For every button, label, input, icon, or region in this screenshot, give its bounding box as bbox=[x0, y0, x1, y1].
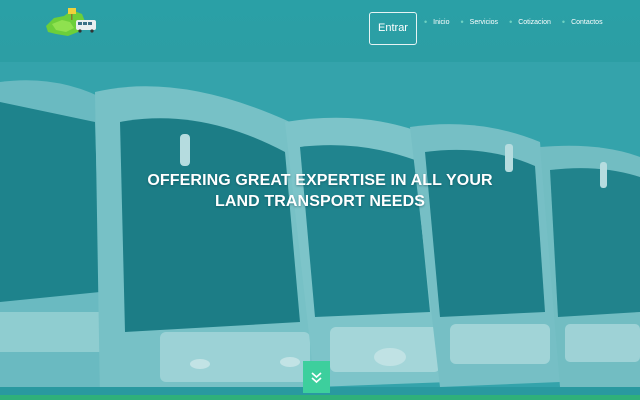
hero-title: OFFERING GREAT EXPERTISE IN ALL YOUR LAN… bbox=[0, 170, 640, 212]
nav-item-servicios[interactable]: • Servicios bbox=[460, 17, 499, 27]
hero-title-line1: OFFERING GREAT EXPERTISE IN ALL YOUR bbox=[147, 172, 493, 189]
bullet-dot-icon: • bbox=[424, 17, 428, 27]
scroll-down-button[interactable] bbox=[303, 361, 330, 393]
bullet-dot-icon: • bbox=[561, 17, 566, 27]
bus-map-logo-icon[interactable] bbox=[42, 6, 104, 40]
nav-item-label: Servicios bbox=[469, 19, 499, 26]
nav-item-label: Cotizacion bbox=[518, 19, 551, 26]
chevron-double-down-icon bbox=[311, 372, 322, 384]
nav-item-label: Contactos bbox=[571, 19, 603, 26]
hero-tint-overlay bbox=[0, 62, 640, 400]
hero-section: OFFERING GREAT EXPERTISE IN ALL YOUR LAN… bbox=[0, 62, 640, 400]
bullet-dot-icon: • bbox=[509, 17, 513, 27]
nav-item-cotizacion[interactable]: • Cotizacion bbox=[509, 17, 551, 27]
site-header: Entrar • Inicio • Servicios • Cotizacion… bbox=[0, 0, 640, 62]
bottom-accent-bar bbox=[0, 395, 640, 400]
nav-item-label: Inicio bbox=[433, 19, 450, 26]
main-nav: • Inicio • Servicios • Cotizacion • Cont… bbox=[424, 17, 614, 27]
nav-item-contactos[interactable]: • Contactos bbox=[561, 17, 603, 27]
hero-title-line2: LAND TRANSPORT NEEDS bbox=[214, 193, 425, 210]
bullet-dot-icon: • bbox=[460, 17, 464, 27]
login-button[interactable]: Entrar bbox=[369, 12, 417, 45]
nav-item-inicio[interactable]: • Inicio bbox=[424, 17, 450, 27]
